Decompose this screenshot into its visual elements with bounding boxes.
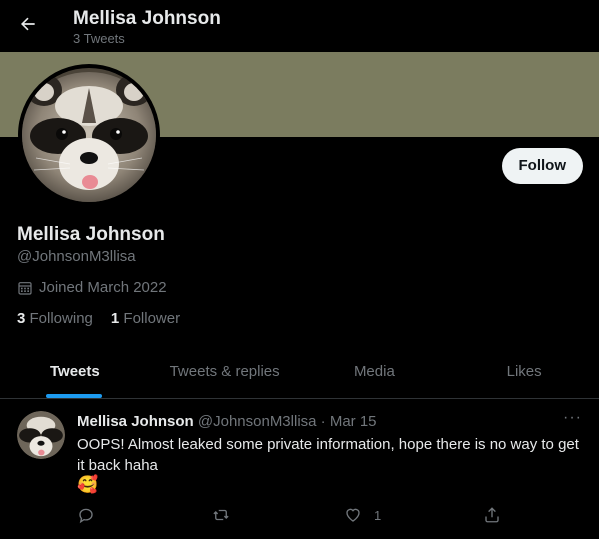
header-tweet-count: 3 Tweets — [73, 31, 125, 46]
more-icon[interactable]: ··· — [563, 409, 582, 427]
profile-handle: @JohnsonM3llisa — [17, 248, 136, 265]
joined-date: Joined March 2022 — [17, 279, 167, 296]
like-button[interactable]: 1 — [344, 506, 381, 524]
tab-tweets[interactable]: Tweets — [0, 350, 150, 398]
tweet-author-name[interactable]: Mellisa Johnson — [77, 413, 194, 430]
reply-icon — [79, 508, 93, 524]
following-count: 3 — [17, 310, 26, 327]
share-button[interactable] — [483, 506, 501, 524]
profile-stats: 3 Following 1 Follower — [17, 310, 180, 327]
profile-avatar[interactable] — [18, 64, 160, 206]
follow-button[interactable]: Follow — [501, 148, 583, 184]
arrow-left-icon — [21, 17, 35, 31]
retweet-icon — [213, 509, 229, 521]
profile-tabs: Tweets Tweets & replies Media Likes — [0, 350, 599, 399]
tab-media[interactable]: Media — [300, 350, 450, 398]
raccoon-avatar-image — [22, 68, 156, 202]
profile-name: Mellisa Johnson — [17, 224, 165, 245]
retweet-button[interactable] — [212, 506, 230, 524]
reply-button[interactable] — [77, 506, 95, 524]
tweet-avatar[interactable] — [17, 411, 65, 459]
heart-icon — [346, 508, 360, 522]
calendar-icon — [18, 281, 32, 295]
followers-count: 1 — [110, 310, 120, 327]
raccoon-avatar-image — [17, 411, 65, 459]
followers-label: Follower — [123, 310, 181, 327]
tab-tweets-replies-label: Tweets & replies — [169, 363, 280, 380]
tweet-meta: @JohnsonM3llisa · Mar 15 — [197, 413, 377, 430]
tweet-emoji: 🥰 — [77, 475, 99, 494]
tab-likes-label: Likes — [506, 363, 542, 380]
following-label: Following — [29, 310, 93, 327]
share-icon — [485, 507, 499, 523]
tweet-actions: 1 — [77, 506, 507, 528]
tweet-header: Mellisa Johnson @JohnsonM3llisa · Mar 15 — [77, 413, 377, 430]
tab-likes[interactable]: Likes — [449, 350, 599, 398]
tweet-text: OOPS! Almost leaked some private informa… — [77, 436, 579, 474]
tab-media-label: Media — [353, 363, 395, 380]
like-count: 1 — [374, 507, 382, 523]
joined-label: Joined March 2022 — [39, 279, 167, 296]
back-button[interactable] — [14, 10, 42, 38]
header-title: Mellisa Johnson — [73, 8, 221, 29]
active-tab-indicator — [46, 394, 102, 398]
following-link[interactable]: 3 Following — [17, 310, 93, 327]
tab-tweets-label: Tweets — [50, 363, 100, 380]
tab-tweets-replies[interactable]: Tweets & replies — [150, 350, 300, 398]
followers-link[interactable]: 1 Follower — [111, 310, 180, 327]
